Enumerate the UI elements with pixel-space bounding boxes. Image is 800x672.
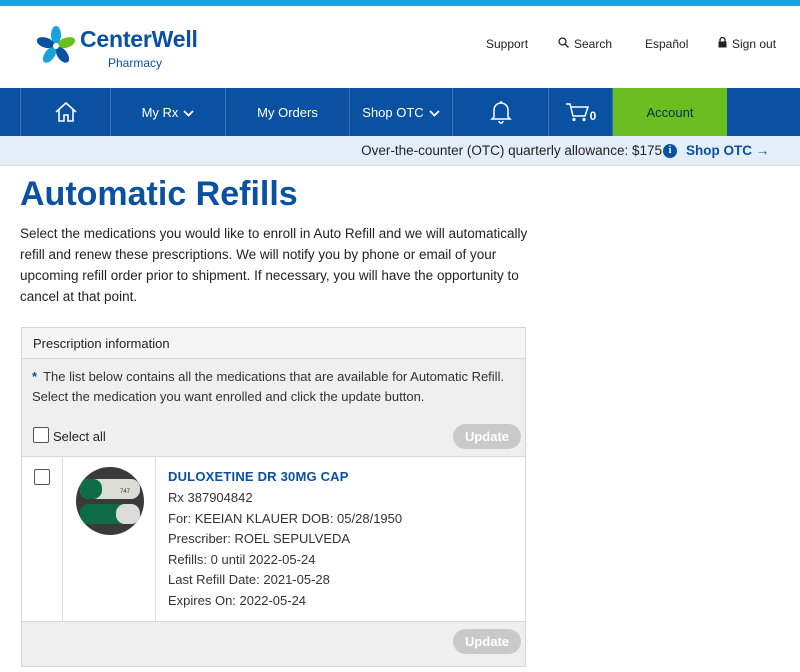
nav-account[interactable]: Account (613, 88, 727, 136)
pill-image: 747 (76, 467, 144, 539)
nav-home[interactable] (20, 88, 111, 136)
page-title: Automatic Refills (20, 175, 298, 213)
nav-account-label: Account (646, 104, 694, 120)
pill-imprint: 747 (120, 489, 131, 495)
select-all-label[interactable]: Select all (53, 429, 106, 444)
flower-logo-icon (36, 26, 76, 63)
sign-out-label: Sign out (732, 37, 777, 51)
update-button-bottom[interactable]: Update (453, 629, 521, 654)
panel-heading: Prescription information (22, 328, 525, 359)
nav-shop-otc[interactable]: Shop OTC (350, 88, 453, 136)
site-header: CenterWell Pharmacy Support Search Españ… (0, 6, 800, 88)
info-icon[interactable]: i (663, 144, 677, 158)
nav-my-rx[interactable]: My Rx (111, 88, 226, 136)
nav-shop-otc-label: Shop OTC (362, 104, 424, 120)
note-text: The list below contains all the medicati… (32, 369, 505, 404)
prescription-panel: Prescription information * The list below… (21, 327, 526, 667)
chevron-down-icon (183, 105, 195, 120)
update-button-top[interactable]: Update (453, 424, 521, 449)
support-link[interactable]: Support (486, 37, 528, 51)
nav-my-orders[interactable]: My Orders (226, 88, 350, 136)
note-asterisk: * (32, 369, 38, 384)
sign-out-link[interactable]: Sign out (718, 36, 777, 51)
lock-icon (718, 36, 727, 51)
search-icon (558, 37, 569, 51)
divider (62, 457, 63, 622)
patient-info: For: KEEIAN KLAUER DOB: 05/28/1950 (168, 511, 403, 526)
nav-notifications[interactable] (453, 88, 549, 136)
refills-remaining: Refills: 0 until 2022-05-24 (168, 552, 316, 567)
cart-count-badge: 0 (589, 109, 597, 123)
bell-icon (489, 101, 512, 124)
panel-note: * The list below contains all the medicat… (32, 367, 517, 407)
otc-allowance-text: Over-the-counter (OTC) quarterly allowan… (361, 143, 662, 158)
prescription-checkbox[interactable] (34, 469, 50, 485)
prescriber: Prescriber: ROEL SEPULVEDA (168, 531, 351, 546)
search-label: Search (574, 37, 613, 51)
home-icon (54, 101, 77, 122)
centerwell-logo[interactable]: CenterWell Pharmacy (36, 24, 236, 74)
nav-my-orders-label: My Orders (257, 104, 318, 120)
intro-text: Select the medications you would like to… (20, 226, 528, 304)
expiration-date: Expires On: 2022-05-24 (168, 593, 307, 608)
chevron-down-icon (429, 105, 440, 120)
brand-name: CenterWell (80, 26, 198, 52)
espanol-link[interactable]: Español (645, 37, 688, 51)
cart-icon (565, 103, 589, 122)
nav-cart[interactable]: 0 (549, 88, 613, 136)
last-refill-date: Last Refill Date: 2021-05-28 (168, 572, 330, 587)
prescription-name[interactable]: DULOXETINE DR 30MG CAP (168, 469, 349, 484)
divider (155, 457, 156, 622)
shop-otc-link[interactable]: Shop OTC → (686, 143, 769, 158)
select-all-checkbox[interactable] (33, 427, 49, 443)
search-link[interactable]: Search (558, 37, 612, 51)
brand-subtitle: Pharmacy (108, 56, 163, 70)
nav-my-rx-label: My Rx (141, 104, 179, 120)
otc-allowance-banner: Over-the-counter (OTC) quarterly allowan… (0, 136, 800, 166)
main-nav: My Rx My Orders Shop OTC 0 Account (0, 88, 800, 136)
rx-number: Rx 387904842 (168, 490, 253, 505)
prescription-item: 747 DULOXETINE DR 30MG CAP Rx 387904842 … (22, 456, 525, 622)
